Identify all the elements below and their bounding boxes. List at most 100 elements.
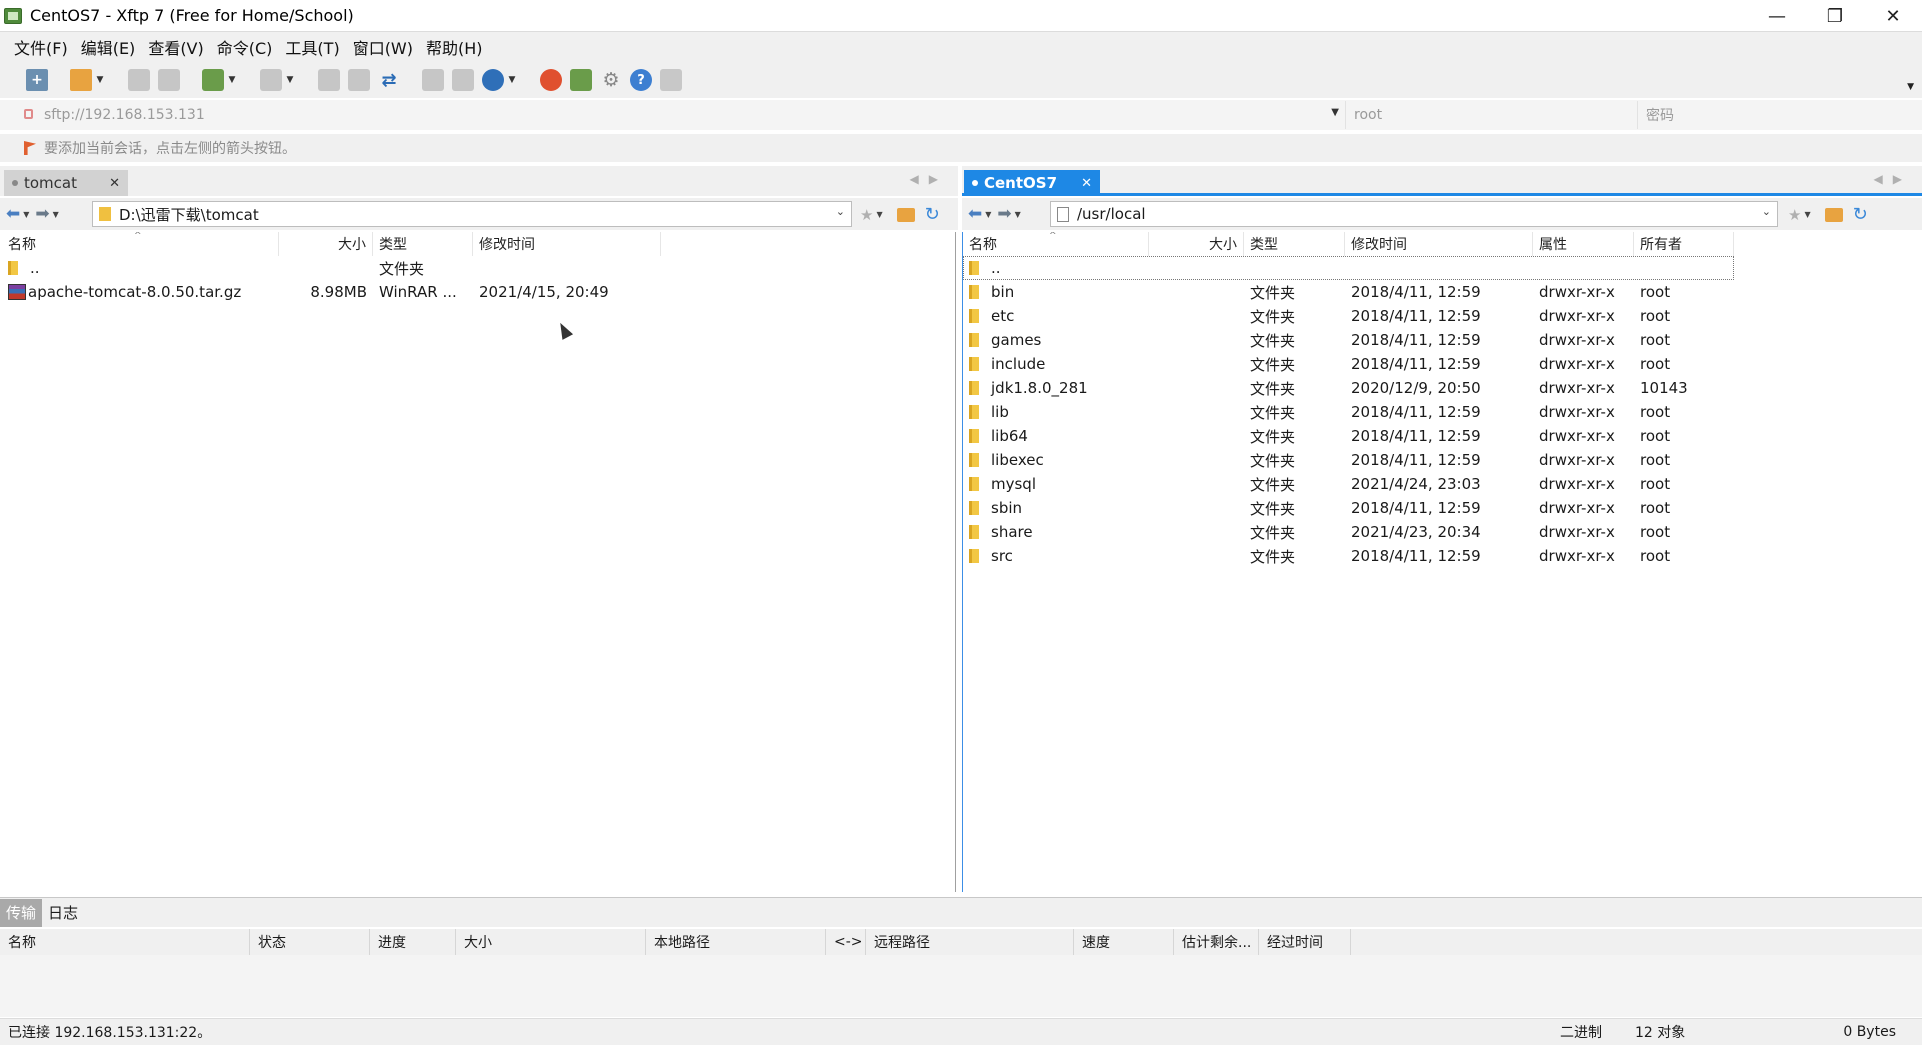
tab-tomcat[interactable]: tomcat ✕ — [4, 170, 128, 196]
back-arrow-icon[interactable]: ⬅ — [6, 204, 20, 224]
chevron-down-icon[interactable]: ▼ — [226, 69, 238, 91]
password-field[interactable]: 密码 — [1637, 101, 1922, 129]
paste-icon[interactable] — [348, 69, 370, 91]
table-row[interactable]: share 文件夹 2021/4/23, 20:34 drwxr-xr-x root — [963, 520, 1922, 544]
home-folder-icon[interactable] — [1824, 207, 1843, 222]
menu-edit[interactable]: 编辑(E) — [81, 35, 136, 59]
new-session-icon[interactable]: + — [26, 69, 48, 91]
column-header-local-path[interactable]: 本地路径 — [646, 929, 826, 955]
chat-icon[interactable] — [660, 69, 682, 91]
table-row[interactable]: mysql 文件夹 2021/4/24, 23:03 drwxr-xr-x root — [963, 472, 1922, 496]
globe-icon[interactable] — [482, 69, 504, 91]
close-icon[interactable]: ✕ — [1081, 176, 1092, 191]
column-header-attributes[interactable]: 属性 — [1533, 232, 1634, 256]
help-icon[interactable]: ? — [630, 69, 652, 91]
local-file-list[interactable]: 名称 ^ 大小 类型 修改时间 .. 文件夹 apache-tomcat-8.0.5… — [2, 232, 956, 892]
remote-path-input[interactable]: /usr/local ⌄ — [1050, 201, 1778, 227]
chevron-down-icon[interactable]: ▼ — [1015, 210, 1021, 219]
table-row[interactable]: src 文件夹 2018/4/11, 12:59 drwxr-xr-x root — [963, 544, 1922, 568]
flag-icon[interactable] — [24, 141, 36, 155]
column-header-name[interactable]: 名称 — [0, 929, 250, 955]
menu-view[interactable]: 查看(V) — [148, 35, 203, 59]
column-header-size[interactable]: 大小 — [1149, 232, 1244, 256]
host-field[interactable]: sftp://192.168.153.131 ▼ — [0, 101, 1345, 129]
refresh-icon[interactable]: ↻ — [925, 204, 940, 225]
column-header-speed[interactable]: 速度 — [1074, 929, 1174, 955]
tab-scroll-arrows-icon[interactable]: ◀▶ — [1874, 172, 1912, 186]
star-icon[interactable]: ★ — [860, 206, 873, 224]
table-row[interactable]: bin 文件夹 2018/4/11, 12:59 drwxr-xr-x root — [963, 280, 1922, 304]
back-arrow-icon[interactable]: ⬅ — [968, 204, 982, 224]
table-row[interactable]: jdk1.8.0_281 文件夹 2020/12/9, 20:50 drwxr-xr-… — [963, 376, 1922, 400]
table-row[interactable]: lib 文件夹 2018/4/11, 12:59 drwxr-xr-x root — [963, 400, 1922, 424]
column-header-modified[interactable]: 修改时间 — [473, 232, 661, 256]
home-folder-icon[interactable] — [896, 207, 915, 222]
xshell-icon[interactable] — [540, 69, 562, 91]
username-field[interactable]: root — [1345, 101, 1637, 129]
column-header-type[interactable]: 类型 — [373, 232, 473, 256]
chevron-down-icon[interactable]: ▼ — [23, 210, 29, 219]
sync-icon[interactable] — [422, 69, 444, 91]
minimize-button[interactable]: — — [1748, 0, 1806, 32]
column-header-status[interactable]: 状态 — [250, 929, 370, 955]
menu-file[interactable]: 文件(F) — [14, 35, 68, 59]
local-path-input[interactable]: D:\迅雷下载\tomcat ⌄ — [92, 201, 852, 227]
column-header-remote-path[interactable]: 远程路径 — [866, 929, 1074, 955]
layout-icon[interactable] — [260, 69, 282, 91]
chevron-down-icon[interactable]: ▼ — [284, 69, 296, 91]
compare-icon[interactable] — [452, 69, 474, 91]
close-button[interactable]: ✕ — [1864, 0, 1922, 32]
column-header-size[interactable]: 大小 — [456, 929, 646, 955]
column-header-size[interactable]: 大小 — [279, 232, 373, 256]
open-folder-icon[interactable] — [70, 69, 92, 91]
table-row[interactable]: sbin 文件夹 2018/4/11, 12:59 drwxr-xr-x root — [963, 496, 1922, 520]
disconnect-icon[interactable] — [158, 69, 180, 91]
chevron-down-icon[interactable]: ▼ — [94, 69, 106, 91]
tab-log[interactable]: 日志 — [42, 899, 84, 927]
forward-arrow-icon[interactable]: ➡ — [35, 204, 49, 224]
tab-transfers[interactable]: 传输 — [0, 898, 43, 927]
table-row[interactable]: lib64 文件夹 2018/4/11, 12:59 drwxr-xr-x root — [963, 424, 1922, 448]
remote-file-list[interactable]: 名称 ^ 大小 类型 修改时间 属性 所有者 .. bin 文件夹 2018/4/11… — [962, 232, 1922, 892]
transfer-icon[interactable]: ⇄ — [378, 69, 400, 91]
transfer-mode[interactable]: 二进制 — [1560, 1022, 1602, 1042]
table-row[interactable]: games 文件夹 2018/4/11, 12:59 drwxr-xr-x root — [963, 328, 1922, 352]
forward-arrow-icon[interactable]: ➡ — [997, 204, 1011, 224]
table-row[interactable]: .. — [963, 256, 1734, 280]
terminal-icon[interactable] — [570, 69, 592, 91]
toolbar-options-icon[interactable]: ▼ — [1907, 82, 1914, 92]
table-row[interactable]: libexec 文件夹 2018/4/11, 12:59 drwxr-xr-x root — [963, 448, 1922, 472]
tab-centos7[interactable]: CentOS7 ✕ — [964, 170, 1100, 196]
chevron-down-icon[interactable]: ▼ — [1331, 107, 1339, 118]
chevron-down-icon[interactable]: ▼ — [876, 210, 882, 219]
table-row[interactable]: include 文件夹 2018/4/11, 12:59 drwxr-xr-x root — [963, 352, 1922, 376]
table-row[interactable]: .. 文件夹 — [2, 256, 955, 280]
chevron-down-icon[interactable]: ⌄ — [1762, 205, 1771, 218]
column-header-elapsed[interactable]: 经过时间 — [1259, 929, 1351, 955]
column-header-modified[interactable]: 修改时间 — [1345, 232, 1533, 256]
column-header-direction[interactable]: <-> — [826, 929, 866, 955]
menu-command[interactable]: 命令(C) — [217, 35, 273, 59]
restore-button[interactable]: ❐ — [1806, 0, 1864, 32]
close-icon[interactable]: ✕ — [109, 176, 120, 191]
new-tab-icon[interactable] — [202, 69, 224, 91]
column-header-eta[interactable]: 估计剩余... — [1174, 929, 1259, 955]
table-row[interactable]: etc 文件夹 2018/4/11, 12:59 drwxr-xr-x root — [963, 304, 1922, 328]
column-header-owner[interactable]: 所有者 — [1634, 232, 1734, 256]
column-header-progress[interactable]: 进度 — [370, 929, 456, 955]
star-icon[interactable]: ★ — [1788, 206, 1801, 224]
chevron-down-icon[interactable]: ▼ — [53, 210, 59, 219]
column-header-type[interactable]: 类型 — [1244, 232, 1345, 256]
chevron-down-icon[interactable]: ▼ — [985, 210, 991, 219]
chevron-down-icon[interactable]: ▼ — [506, 69, 518, 91]
refresh-icon[interactable]: ↻ — [1853, 204, 1868, 225]
chevron-down-icon[interactable]: ▼ — [1804, 210, 1810, 219]
chevron-down-icon[interactable]: ⌄ — [836, 205, 845, 218]
tab-scroll-arrows-icon[interactable]: ◀▶ — [910, 172, 948, 186]
menu-help[interactable]: 帮助(H) — [426, 35, 483, 59]
transfer-list-body[interactable] — [0, 955, 1922, 1017]
gear-icon[interactable]: ⚙ — [600, 69, 622, 91]
menu-window[interactable]: 窗口(W) — [353, 35, 413, 59]
menu-tools[interactable]: 工具(T) — [285, 35, 339, 59]
table-row[interactable]: apache-tomcat-8.0.50.tar.gz 8.98MB WinRAR … — [2, 280, 955, 304]
